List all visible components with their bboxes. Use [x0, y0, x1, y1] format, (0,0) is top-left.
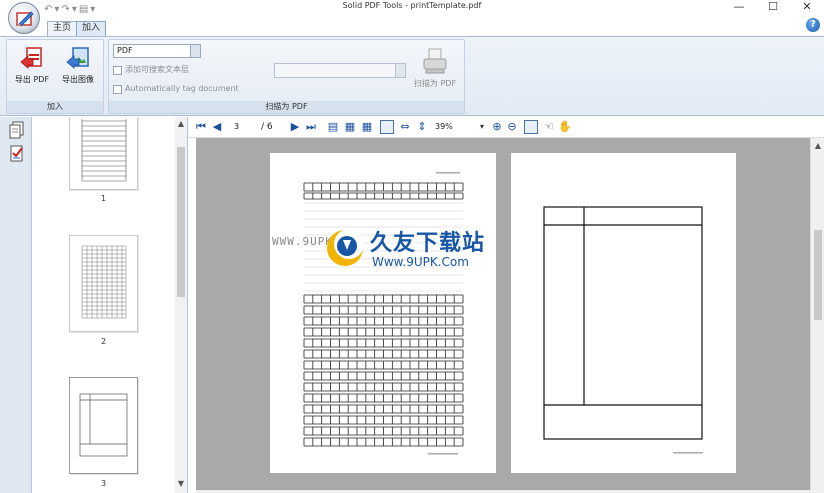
quick-access-toolbar: ↶ ▾ ↷ ▾ ▤ ▾ — [44, 2, 95, 16]
ribbon-tab-row: 主页 加入 ? — [0, 18, 824, 36]
text-select-tool-icon[interactable]: ☜ — [542, 120, 556, 134]
ribbon-group-scan: PDF 添加可搜索文本层 Automatically tag document … — [108, 39, 465, 114]
close-button[interactable]: ✕ — [790, 0, 824, 16]
pdf-page-left — [270, 153, 496, 473]
side-panel-strip — [0, 117, 32, 493]
page-content — [303, 172, 464, 455]
save-icon[interactable]: ▤ — [79, 4, 88, 15]
chevron-down-icon[interactable]: ▾ — [480, 120, 484, 134]
ribbon-group-add: 导出 PDF 导出图像 加入 — [6, 39, 104, 114]
pages-panel-icon[interactable] — [9, 121, 25, 139]
checkbox-box[interactable] — [113, 84, 122, 94]
thumbnail-preview — [81, 119, 127, 182]
select-tool-icon[interactable] — [524, 120, 538, 134]
hand-tool-icon[interactable]: ✋ — [558, 120, 572, 134]
total-pages: / 6 — [261, 122, 273, 132]
scanner-select[interactable] — [274, 63, 406, 78]
chevron-down-icon[interactable] — [190, 45, 200, 57]
export-pdf-icon — [20, 47, 42, 69]
page-thumbnail-1[interactable] — [69, 117, 138, 190]
scrollbar-thumb[interactable] — [177, 147, 185, 297]
thumbnail-preview — [79, 393, 128, 457]
zoom-in-icon[interactable]: ⊕ — [490, 120, 504, 134]
bookmarks-panel-icon[interactable] — [9, 145, 25, 163]
export-image-button[interactable]: 导出图像 — [55, 46, 101, 85]
watermark: WWW.9UPK.COM 久友下载站 Www.9UPK.Com — [272, 225, 512, 275]
page-number-input[interactable]: 3 — [228, 120, 256, 134]
searchable-text-checkbox[interactable]: 添加可搜索文本层 — [113, 64, 189, 76]
two-page-view-icon[interactable]: ▦ — [343, 120, 357, 134]
autotag-checkbox[interactable]: Automatically tag document — [113, 83, 239, 95]
dropdown-icon[interactable]: ▾ — [54, 4, 59, 15]
export-pdf-label: 导出 PDF — [14, 75, 50, 84]
tab-home[interactable]: 主页 — [47, 21, 78, 36]
format-select-value: PDF — [117, 46, 133, 55]
scanner-icon — [423, 48, 447, 74]
export-pdf-button[interactable]: 导出 PDF — [11, 46, 53, 85]
thumbnail-label: 1 — [100, 194, 107, 203]
checkbox-box[interactable] — [113, 65, 122, 75]
thumbnail-scrollbar[interactable]: ▲ ▼ — [175, 117, 187, 493]
minimize-button[interactable]: — — [722, 0, 756, 16]
maximize-button[interactable]: ☐ — [756, 0, 790, 16]
previous-page-icon[interactable]: ◀ — [210, 120, 224, 134]
thumbnail-label: 3 — [100, 479, 107, 488]
dropdown-icon[interactable]: ▾ — [90, 4, 95, 15]
app-logo-icon — [16, 11, 34, 27]
pdf-page-right — [511, 153, 736, 473]
format-select[interactable]: PDF — [113, 44, 201, 58]
scan-to-pdf-button[interactable]: 扫描为 PDF — [409, 46, 461, 89]
thumbnail-preview — [81, 245, 127, 319]
viewer-toolbar: ⏮ ◀ 3 / 6 ▶ ⏭ ▤ ▦ ▦ ⇔ ⇕ 39% ▾ ⊕ ⊖ ☜ ✋ — [188, 117, 824, 138]
first-page-icon[interactable]: ⏮ — [194, 120, 208, 134]
application-menu-button[interactable] — [8, 2, 40, 34]
page-thumbnail-3[interactable] — [69, 377, 138, 474]
fit-page-icon[interactable] — [380, 120, 394, 134]
zoom-out-icon[interactable]: ⊖ — [505, 120, 519, 134]
continuous-view-icon[interactable]: ▦ — [360, 120, 374, 134]
scan-to-pdf-label: 扫描为 PDF — [413, 79, 457, 88]
scrollbar-thumb[interactable] — [814, 230, 822, 320]
window-controls: — ☐ ✕ — [722, 0, 824, 16]
tab-add[interactable]: 加入 — [76, 21, 107, 36]
thumbnail-pane: 1 2 3 ▲ ▼ — [32, 117, 188, 493]
ribbon: 导出 PDF 导出图像 加入 PDF 添加可搜索文本层 Automaticall… — [0, 36, 824, 116]
fit-height-icon[interactable]: ⇕ — [415, 120, 429, 134]
zoom-input[interactable]: 39% — [432, 120, 484, 134]
next-page-icon[interactable]: ▶ — [288, 120, 302, 134]
dropdown-icon[interactable]: ▾ — [72, 4, 77, 15]
chevron-up-icon[interactable]: ▲ — [176, 119, 186, 129]
chevron-up-icon[interactable]: ▲ — [813, 141, 823, 151]
fit-width-icon[interactable]: ⇔ — [398, 120, 412, 134]
document-scrollbar[interactable]: ▲ — [810, 138, 824, 490]
window-title: Solid PDF Tools - printTemplate.pdf — [342, 1, 482, 10]
export-image-icon — [66, 47, 89, 69]
redo-icon[interactable]: ↷ — [61, 4, 69, 15]
export-image-label: 导出图像 — [62, 75, 94, 84]
page-content — [543, 206, 703, 454]
ribbon-group-label: 扫描为 PDF — [109, 101, 464, 113]
chevron-down-icon[interactable]: ▼ — [176, 479, 186, 489]
chevron-down-icon[interactable] — [395, 64, 405, 77]
title-bar: Solid PDF Tools - printTemplate.pdf ↶ ▾ … — [0, 0, 824, 18]
undo-icon[interactable]: ↶ — [44, 4, 52, 15]
watermark-logo-icon — [327, 229, 364, 266]
last-page-icon[interactable]: ⏭ — [304, 120, 318, 134]
page-thumbnail-2[interactable] — [69, 235, 138, 332]
help-icon[interactable]: ? — [806, 18, 820, 32]
document-view[interactable] — [196, 138, 810, 490]
autotag-label: Automatically tag document — [125, 84, 239, 93]
watermark-url: Www.9UPK.Com — [372, 255, 469, 269]
searchable-text-label: 添加可搜索文本层 — [125, 65, 189, 74]
ribbon-group-label: 加入 — [7, 101, 103, 113]
single-page-view-icon[interactable]: ▤ — [326, 120, 340, 134]
thumbnail-label: 2 — [100, 337, 107, 346]
watermark-chinese-text: 久友下载站 — [370, 231, 486, 256]
